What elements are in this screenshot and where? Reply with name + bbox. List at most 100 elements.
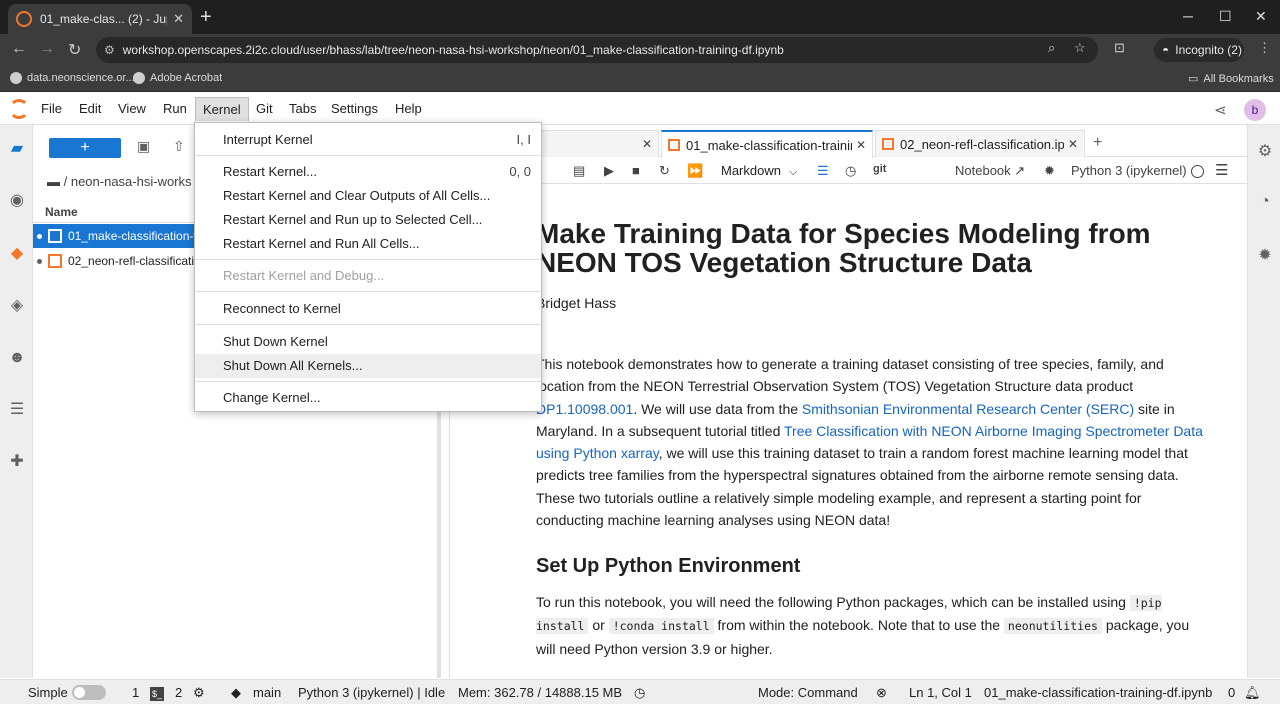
restart-kernel-icon[interactable]: ↻ — [659, 163, 670, 179]
history-icon[interactable]: ◷ — [634, 685, 645, 701]
incognito-badge[interactable]: ◓ Incognito (2) — [1154, 38, 1244, 62]
bookmark-label: Adobe Acrobat — [150, 72, 223, 84]
upload-icon[interactable]: ⇧ — [173, 138, 185, 155]
all-bookmarks[interactable]: ▭ All Bookmarks — [1188, 72, 1274, 86]
close-tab-icon[interactable]: ✕ — [856, 138, 866, 152]
menu-item-restart-run-all[interactable]: Restart Kernel and Run All Cells... — [195, 232, 541, 256]
toc-icon[interactable]: ☰ — [817, 163, 829, 179]
collaborators-icon[interactable]: ☻ — [7, 348, 27, 368]
menu-help[interactable]: Help — [388, 97, 429, 121]
terminal-count[interactable]: 1 — [132, 685, 139, 700]
menu-run[interactable]: Run — [156, 97, 194, 121]
browser-tab[interactable]: 01_make-clas... (2) - JupyterLab ✕ — [8, 4, 192, 34]
trust-icon[interactable]: ⊗ — [876, 685, 887, 701]
add-tab-button[interactable]: + — [1093, 134, 1102, 152]
minimize-icon[interactable]: ─ — [1183, 8, 1193, 24]
chevron-down-icon: ⌵ — [788, 166, 798, 178]
tab-01-make-classification[interactable]: 01_make-classification-training-df.ipynb… — [661, 130, 873, 158]
tab-label: 01_make-classification-training-df.ipynb — [686, 137, 852, 153]
kernel-name[interactable]: Python 3 (ipykernel) — [1071, 163, 1187, 178]
interrupt-kernel-icon[interactable]: ■ — [632, 163, 640, 178]
folder-icon[interactable]: ▰ — [7, 139, 27, 159]
menu-file[interactable]: File — [34, 97, 69, 121]
hamburger-menu-icon[interactable]: ☰ — [1215, 161, 1228, 179]
run-all-icon[interactable]: ⏩ — [687, 163, 703, 179]
menu-settings[interactable]: Settings — [324, 97, 385, 121]
close-tab-icon[interactable]: ✕ — [173, 11, 184, 27]
running-indicator — [37, 258, 42, 264]
menu-item-shut-down-all-kernels[interactable]: Shut Down All Kernels... — [195, 354, 541, 378]
bell-icon[interactable]: 🔔︎ — [1244, 685, 1261, 701]
bookmark-neonscience[interactable]: data.neonscience.or... — [10, 72, 135, 84]
jupyter-favicon-icon — [16, 11, 32, 27]
debugger-icon[interactable]: ✹ — [1044, 163, 1055, 179]
reload-icon[interactable]: ↻ — [68, 40, 81, 60]
menu-item-shut-down-kernel[interactable]: Shut Down Kernel — [195, 330, 541, 354]
back-icon[interactable]: ← — [11, 40, 27, 58]
simple-mode-toggle[interactable] — [72, 685, 106, 700]
share-icon[interactable]: ⋖ — [1214, 101, 1227, 119]
kernel-count[interactable]: 2 — [175, 685, 182, 700]
maximize-icon[interactable]: ☐ — [1219, 8, 1232, 25]
menu-item-restart-kernel[interactable]: Restart Kernel... 0, 0 — [195, 160, 541, 184]
intro-paragraph: This notebook demonstrates how to genera… — [536, 356, 1203, 529]
bookmarks-bar: data.neonscience.or... Adobe Acrobat ▭ A… — [0, 66, 1280, 92]
debugger-icon[interactable]: ✹ — [1255, 245, 1275, 265]
menu-tabs[interactable]: Tabs — [282, 97, 323, 121]
run-cell-icon[interactable]: ▶ — [604, 163, 614, 179]
menu-item-restart-run-up-to-selected[interactable]: Restart Kernel and Run up to Selected Ce… — [195, 208, 541, 232]
resource-usage-icon[interactable]: ◔ — [1255, 193, 1275, 213]
menu-kernel[interactable]: Kernel — [195, 97, 249, 121]
site-info-icon[interactable]: ⚙ — [104, 43, 115, 57]
menu-item-change-kernel[interactable]: Change Kernel... — [195, 386, 541, 410]
notebook-content[interactable]: Make Training Data for Species Modeling … — [449, 185, 1231, 678]
link-dp1[interactable]: DP1.10098.001 — [536, 401, 633, 417]
open-in-notebook-button[interactable]: Notebook ↗ — [955, 163, 1025, 179]
code-conda-install: !conda install — [608, 618, 714, 635]
terminal-icon[interactable]: $_ — [150, 685, 164, 701]
url-omnibox[interactable]: ⚙ workshop.openscapes.2i2c.cloud/user/bh… — [96, 37, 1098, 63]
property-inspector-icon[interactable]: ⚙ — [1255, 141, 1275, 161]
forward-icon[interactable]: → — [39, 40, 55, 58]
menu-view[interactable]: View — [111, 97, 153, 121]
link-serc[interactable]: Smithsonian Environmental Research Cente… — [802, 401, 1134, 417]
notification-count[interactable]: 0 — [1228, 685, 1235, 700]
git-branch[interactable]: main — [253, 685, 281, 700]
new-folder-icon[interactable]: ▣ — [137, 138, 150, 155]
bookmark-star-icon[interactable]: ☆ — [1074, 40, 1086, 56]
table-of-contents-icon[interactable]: ☰ — [7, 400, 27, 420]
git-branch-icon[interactable]: ◆ — [231, 685, 241, 701]
new-tab-button[interactable]: + — [200, 7, 212, 27]
puzzle-icon[interactable]: ✚ — [7, 452, 27, 472]
kernel-status[interactable]: Python 3 (ipykernel) | Idle — [298, 685, 445, 700]
notebook-icon — [48, 229, 62, 243]
cursor-position[interactable]: Ln 1, Col 1 — [909, 685, 972, 700]
browser-menu-icon[interactable]: ⋮ — [1258, 40, 1271, 56]
extension-manager-icon[interactable]: ◆ — [7, 244, 27, 264]
close-tab-icon[interactable]: ✕ — [642, 137, 652, 151]
git-icon[interactable]: ◈ — [7, 296, 27, 316]
clock-icon[interactable]: ◷ — [845, 163, 856, 179]
notebook-icon — [668, 139, 680, 151]
paste-icon[interactable]: ▤ — [573, 163, 585, 179]
menu-edit[interactable]: Edit — [72, 97, 108, 121]
tab-02-neon-refl-classification[interactable]: 02_neon-refl-classification.ipynb ✕ — [875, 130, 1085, 157]
menu-item-interrupt-kernel[interactable]: Interrupt Kernel I, I — [195, 128, 541, 152]
side-panel-icon[interactable]: ⊡ — [1114, 40, 1125, 56]
left-sidebar: ▰ ◉ ◆ ◈ ☻ ☰ ✚ — [0, 125, 33, 678]
breadcrumb[interactable]: ▬ / neon-nasa-hsi-works — [47, 174, 192, 189]
menu-item-restart-clear-outputs[interactable]: Restart Kernel and Clear Outputs of All … — [195, 184, 541, 208]
menu-item-restart-debug: Restart Kernel and Debug... — [223, 268, 385, 283]
zoom-icon[interactable]: ⌕ — [1048, 40, 1055, 56]
new-launcher-button[interactable]: + — [49, 138, 121, 158]
kernel-icon[interactable]: ⚙ — [193, 685, 205, 701]
user-avatar[interactable]: b — [1244, 99, 1266, 121]
bookmark-acrobat[interactable]: Adobe Acrobat — [133, 72, 222, 84]
running-kernels-icon[interactable]: ◉ — [7, 191, 27, 211]
menu-item-reconnect[interactable]: Reconnect to Kernel — [195, 297, 541, 321]
window-close-icon[interactable]: ✕ — [1255, 8, 1267, 25]
menu-git[interactable]: Git — [249, 97, 280, 121]
cell-type-select[interactable]: Markdown ⌵ — [721, 163, 797, 179]
git-label[interactable]: git — [873, 163, 886, 175]
close-tab-icon[interactable]: ✕ — [1068, 137, 1078, 151]
